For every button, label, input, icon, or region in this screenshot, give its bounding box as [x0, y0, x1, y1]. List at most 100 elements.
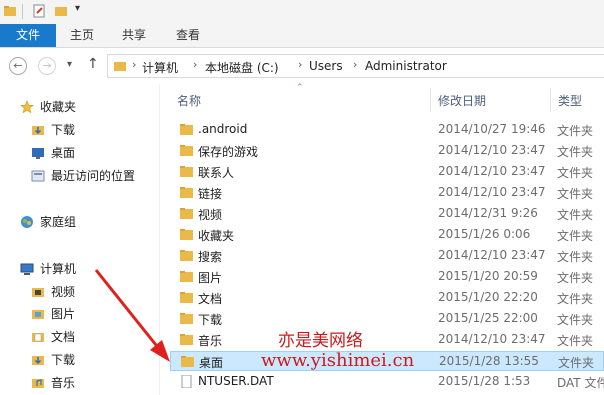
- file-row[interactable]: 链接 2014/12/10 23:47 文件夹: [170, 183, 604, 203]
- nav-label: 图片: [51, 307, 76, 321]
- forward-button[interactable]: →: [38, 57, 56, 75]
- divider: [22, 4, 23, 19]
- column-header-type[interactable]: 类型: [558, 92, 582, 109]
- folder-icon[interactable]: [3, 4, 17, 18]
- breadcrumb-local-disk[interactable]: 本地磁盘 (C:): [205, 59, 279, 76]
- file-type: 文件夹: [557, 292, 594, 306]
- file-row[interactable]: .android 2014/10/27 19:46 文件夹: [170, 120, 604, 140]
- nav-label: 计算机: [40, 262, 77, 276]
- watermark-text: 亦是美网络: [278, 331, 363, 351]
- file-date: 2015/1/28 1:53: [438, 374, 531, 388]
- file-type: 文件夹: [557, 313, 594, 327]
- tab-file[interactable]: 文件: [0, 24, 56, 47]
- address-input[interactable]: › 计算机 › 本地磁盘 (C:) › Users › Administrato…: [107, 54, 604, 78]
- documents-folder-icon: [32, 333, 44, 342]
- file-date: 2015/1/25 22:00: [438, 311, 538, 325]
- file-row[interactable]: NTUSER.DAT 2015/1/28 1:53 DAT 文件: [170, 372, 604, 392]
- file-row[interactable]: 收藏夹 2015/1/26 0:06 文件夹: [170, 225, 604, 245]
- file-row[interactable]: 图片 2015/1/20 20:59 文件夹: [170, 267, 604, 287]
- file-row[interactable]: 音乐 2014/12/10 23:47 文件夹: [170, 330, 604, 350]
- file-name: .android: [198, 122, 248, 136]
- file-type: 文件夹: [557, 229, 594, 243]
- chevron-right-icon[interactable]: ›: [132, 58, 136, 71]
- file-date: 2014/12/10 23:47: [438, 248, 546, 262]
- file-date: 2014/10/27 19:46: [438, 122, 546, 136]
- nav-label: 桌面: [51, 146, 76, 160]
- file-row[interactable]: 联系人 2014/12/10 23:47 文件夹: [170, 162, 604, 182]
- file-name: 联系人: [198, 166, 235, 180]
- qat-customize-icon[interactable]: ▾: [75, 3, 80, 14]
- homegroup-icon: [21, 216, 33, 228]
- back-arrow-icon: ←: [13, 59, 23, 72]
- chevron-right-icon[interactable]: ›: [193, 58, 197, 71]
- recent-locations-button[interactable]: ▾: [67, 59, 72, 70]
- folder-icon: [114, 62, 126, 71]
- file-name: 收藏夹: [198, 229, 235, 243]
- breadcrumb-administrator[interactable]: Administrator: [365, 59, 447, 73]
- folder-icon: [180, 334, 193, 345]
- column-header-name[interactable]: 名称: [177, 92, 201, 109]
- tab-share[interactable]: 共享: [110, 24, 158, 47]
- star-icon: [20, 100, 34, 114]
- properties-icon[interactable]: [32, 4, 46, 18]
- chevron-right-icon[interactable]: ›: [353, 58, 357, 71]
- file-row[interactable]: 保存的游戏 2014/12/10 23:47 文件夹: [170, 141, 604, 161]
- folder-icon: [180, 250, 193, 261]
- music-folder-icon: [32, 379, 44, 388]
- nav-label: 下载: [51, 353, 76, 367]
- folder-icon: [180, 208, 193, 219]
- breadcrumb-computer[interactable]: 计算机: [142, 59, 178, 76]
- file-row[interactable]: 下载 2015/1/25 22:00 文件夹: [170, 309, 604, 329]
- column-divider[interactable]: [550, 88, 551, 112]
- file-type: 文件夹: [557, 271, 594, 285]
- file-date: 2014/12/10 23:47: [438, 332, 546, 346]
- breadcrumb-users[interactable]: Users: [309, 59, 343, 73]
- file-name: 搜索: [198, 250, 223, 264]
- title-bar: ▾: [0, 0, 604, 24]
- file-date: 2015/1/20 20:59: [438, 269, 538, 283]
- folder-icon: [180, 187, 193, 198]
- tab-home[interactable]: 主页: [58, 24, 106, 47]
- file-row[interactable]: 搜索 2014/12/10 23:47 文件夹: [170, 246, 604, 266]
- file-name: 链接: [198, 187, 223, 201]
- folder-icon: [180, 145, 193, 156]
- new-folder-icon[interactable]: [54, 4, 68, 18]
- column-header-date[interactable]: 修改日期: [438, 92, 486, 109]
- file-type: 文件夹: [557, 124, 594, 138]
- nav-label: 视频: [51, 285, 76, 299]
- folder-icon: [180, 166, 193, 177]
- file-icon: [181, 375, 192, 388]
- file-name: 下载: [198, 313, 223, 327]
- file-row[interactable]: 视频 2014/12/31 9:26 文件夹: [170, 204, 604, 224]
- recent-places-icon: [31, 170, 45, 182]
- nav-label: 最近访问的位置: [51, 169, 136, 183]
- file-name: 保存的游戏: [198, 145, 259, 159]
- file-name: 音乐: [198, 334, 223, 348]
- folder-icon: [181, 356, 194, 367]
- file-row[interactable]: 文档 2015/1/20 22:20 文件夹: [170, 288, 604, 308]
- video-folder-icon: [32, 288, 44, 297]
- file-date: 2015/1/20 22:20: [438, 290, 538, 304]
- download-folder-icon: [32, 126, 44, 135]
- file-type: 文件夹: [557, 187, 594, 201]
- file-name: 图片: [198, 271, 223, 285]
- file-date: 2015/1/26 0:06: [438, 227, 531, 241]
- chevron-right-icon[interactable]: ›: [298, 58, 302, 71]
- tab-view[interactable]: 查看: [164, 24, 212, 47]
- navigation-pane: 收藏夹 下载 桌面 最近访问的位置 家庭组 计算机 视频 图片 文档 下载 音乐: [0, 84, 158, 395]
- computer-icon: [20, 263, 34, 275]
- back-button[interactable]: ←: [9, 57, 27, 75]
- file-date: 2015/1/28 13:55: [439, 354, 539, 368]
- watermark-url: www.yishimei.cn: [261, 350, 415, 371]
- file-type: 文件夹: [557, 166, 594, 180]
- nav-label: 家庭组: [40, 215, 77, 229]
- column-divider[interactable]: [430, 88, 431, 112]
- file-type: DAT 文件: [557, 376, 604, 390]
- folder-icon: [180, 313, 193, 324]
- up-button[interactable]: ↑: [87, 56, 99, 72]
- file-list: ⌃ 名称 修改日期 类型 .android 2014/10/27 19:46 文件夹…: [160, 83, 604, 395]
- file-name: 桌面: [199, 356, 224, 370]
- nav-label: 下载: [51, 123, 76, 137]
- nav-label: 文档: [51, 330, 76, 344]
- file-date: 2014/12/10 23:47: [438, 185, 546, 199]
